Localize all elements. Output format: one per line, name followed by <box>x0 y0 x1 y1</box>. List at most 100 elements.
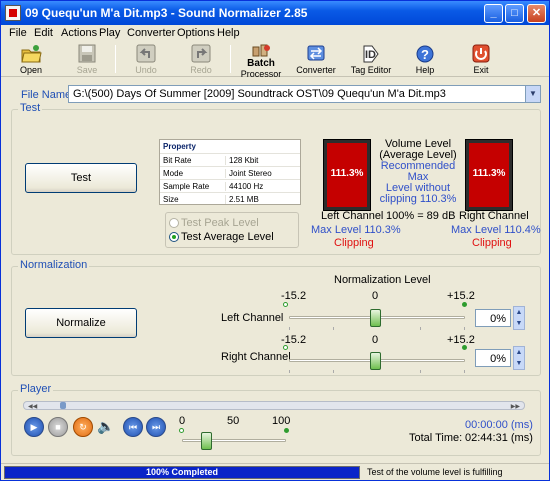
volume-0-label: 0 <box>179 415 186 427</box>
loop-button[interactable]: ↻ <box>73 417 93 437</box>
maximize-button[interactable]: □ <box>505 4 524 23</box>
seek-handle[interactable] <box>60 402 66 409</box>
minimize-button[interactable]: _ <box>484 4 503 23</box>
chevron-down-icon[interactable]: ▼ <box>525 86 540 102</box>
tag-editor-button[interactable]: ID Tag Editor <box>346 44 396 76</box>
spin-down-icon[interactable]: ▼ <box>514 358 524 369</box>
status-bar: 100% Completed Test of the volume level … <box>1 463 549 481</box>
left-value-spinner[interactable]: ▲ ▼ <box>513 306 525 330</box>
volume-min-marker <box>179 428 184 433</box>
app-window: 09 Quequ'un M'a Dit.mp3 - Sound Normaliz… <box>0 0 550 481</box>
next-button[interactable]: ⏭ <box>146 417 166 437</box>
right-value-spinner[interactable]: ▲ ▼ <box>513 346 525 370</box>
menu-file[interactable]: File <box>9 27 27 39</box>
status-text: Test of the volume level is fulfilling <box>367 467 503 477</box>
menu-play[interactable]: Play <box>99 27 120 39</box>
menu-converter[interactable]: Converter <box>127 27 175 39</box>
exit-label: Exit <box>473 65 489 75</box>
redo-button[interactable]: Redo <box>175 44 227 76</box>
tick <box>333 370 334 373</box>
tag-editor-icon: ID <box>360 44 382 64</box>
open-button[interactable]: Open <box>5 44 57 76</box>
stop-button[interactable]: ■ <box>48 417 68 437</box>
menu-bar: File Edit Actions Play Converter Options… <box>1 25 549 41</box>
stop-icon: ■ <box>55 422 61 432</box>
left-level-meter: 111.3% <box>323 139 371 211</box>
test-average-radio[interactable] <box>169 232 179 242</box>
menu-help[interactable]: Help <box>217 27 240 39</box>
toolbar: Open Save Undo Redo Batch Processor Conv… <box>1 41 549 79</box>
redo-icon <box>190 44 212 64</box>
total-time-label: Total Time: <box>409 432 463 444</box>
menu-actions[interactable]: Actions <box>61 27 97 39</box>
property-name: Size <box>163 195 179 204</box>
right-channel-label: Right Channel <box>459 210 529 222</box>
previous-icon: ⏮ <box>128 422 138 432</box>
save-button[interactable]: Save <box>61 44 113 76</box>
app-icon[interactable] <box>5 5 21 21</box>
volume-slider[interactable] <box>182 439 286 442</box>
menu-edit[interactable]: Edit <box>34 27 53 39</box>
tick <box>464 327 465 330</box>
help-icon: ? <box>414 44 436 64</box>
right-mid-label: 0 <box>372 334 379 346</box>
spin-up-icon[interactable]: ▲ <box>514 307 524 318</box>
right-level-meter: 111.3% <box>465 139 513 211</box>
test-peak-radio[interactable] <box>169 218 179 228</box>
right-normalization-value[interactable]: 0% <box>475 349 511 367</box>
property-table: Property Bit Rate 128 Kbit Mode Joint Ster… <box>159 139 301 205</box>
tick <box>289 370 290 373</box>
recommended-line1: Recommended Max <box>380 160 456 183</box>
position-seekbar[interactable]: ◀◀ ▶▶ <box>23 401 525 410</box>
right-slider-handle[interactable] <box>370 352 381 370</box>
previous-button[interactable]: ⏮ <box>123 417 143 437</box>
undo-icon <box>135 44 157 64</box>
table-row: Bit Rate 128 Kbit <box>160 153 300 166</box>
spin-up-icon[interactable]: ▲ <box>514 347 524 358</box>
test-peak-label: Test Peak Level <box>181 217 259 229</box>
speaker-icon[interactable]: 🔈 <box>97 418 117 436</box>
file-name-value: G:\(500) Days Of Summer [2009] Soundtrac… <box>73 88 446 100</box>
file-name-combobox[interactable]: G:\(500) Days Of Summer [2009] Soundtrac… <box>68 85 541 103</box>
right-max-marker <box>462 345 467 350</box>
disk-icon <box>76 44 98 64</box>
play-icon: ▶ <box>30 422 38 432</box>
converter-icon <box>305 44 327 64</box>
toolbar-separator <box>115 45 116 73</box>
reference-level: 100% = 89 dB <box>386 210 456 222</box>
title-bar[interactable]: 09 Quequ'un M'a Dit.mp3 - Sound Normaliz… <box>1 1 549 25</box>
tick <box>464 370 465 373</box>
property-header: Property <box>160 140 300 153</box>
left-normalization-value[interactable]: 0% <box>475 309 511 327</box>
normalize-button[interactable]: Normalize <box>25 308 137 338</box>
volume-level-info: Volume Level (Average Level) Recommended… <box>375 139 461 205</box>
left-max-level: Max Level 110.3% <box>311 224 401 236</box>
seek-right-icon[interactable]: ▶▶ <box>511 403 520 410</box>
property-name: Mode <box>163 169 184 178</box>
seek-left-icon[interactable]: ◀◀ <box>28 403 37 410</box>
spin-down-icon[interactable]: ▼ <box>514 318 524 329</box>
loop-icon: ↻ <box>79 422 87 432</box>
tick <box>420 327 421 330</box>
recommended-line3: clipping 110.3% <box>379 193 457 205</box>
help-button[interactable]: ? Help <box>399 44 451 76</box>
left-slider-handle[interactable] <box>370 309 381 327</box>
redo-label: Redo <box>190 65 212 75</box>
menu-options[interactable]: Options <box>177 27 215 39</box>
converter-button[interactable]: Converter <box>290 44 342 76</box>
left-max-marker <box>462 302 467 307</box>
volume-100-label: 100 <box>272 415 291 427</box>
volume-50-label: 50 <box>227 415 240 427</box>
left-max-label: +15.2 <box>447 290 475 302</box>
play-button[interactable]: ▶ <box>24 417 44 437</box>
volume-slider-handle[interactable] <box>201 432 212 450</box>
right-clipping-label: Clipping <box>472 237 512 249</box>
exit-button[interactable]: Exit <box>455 44 507 76</box>
test-button[interactable]: Test <box>25 163 137 193</box>
close-button[interactable]: ✕ <box>527 4 546 23</box>
batch-processor-button[interactable]: Batch Processor <box>235 44 287 79</box>
left-channel-label: Left Channel <box>321 210 384 222</box>
help-label: Help <box>415 65 435 75</box>
left-level-value: 111.3% <box>330 168 364 179</box>
undo-button[interactable]: Undo <box>120 44 172 76</box>
